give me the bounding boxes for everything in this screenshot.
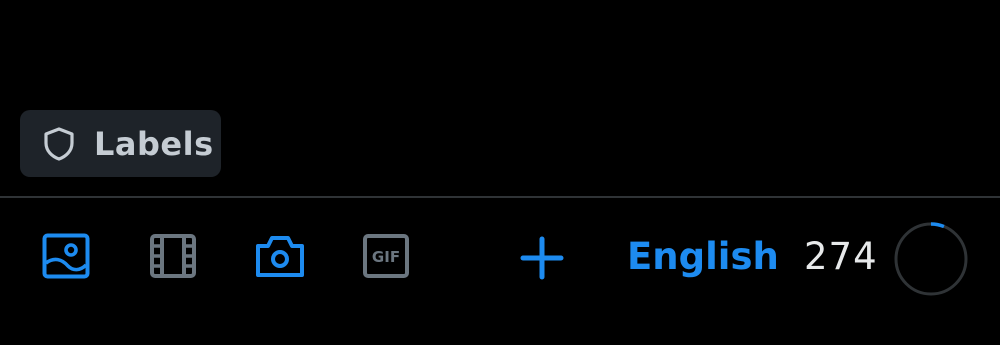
image-icon[interactable] (42, 233, 90, 283)
character-progress-ring (893, 221, 969, 297)
gif-icon-text: GIF (372, 248, 400, 266)
language-selector[interactable]: English (627, 232, 779, 282)
add-icon[interactable] (520, 236, 564, 284)
gif-icon[interactable]: GIF (363, 234, 409, 282)
divider (0, 196, 1000, 198)
shield-icon (42, 126, 76, 162)
compose-toolbar-area: Labels GIF English 274 (0, 0, 1000, 345)
labels-button-label: Labels (94, 124, 214, 163)
character-count: 274 (804, 235, 878, 278)
video-icon[interactable] (150, 234, 196, 282)
labels-button[interactable]: Labels (20, 110, 221, 177)
camera-icon[interactable] (254, 233, 306, 283)
